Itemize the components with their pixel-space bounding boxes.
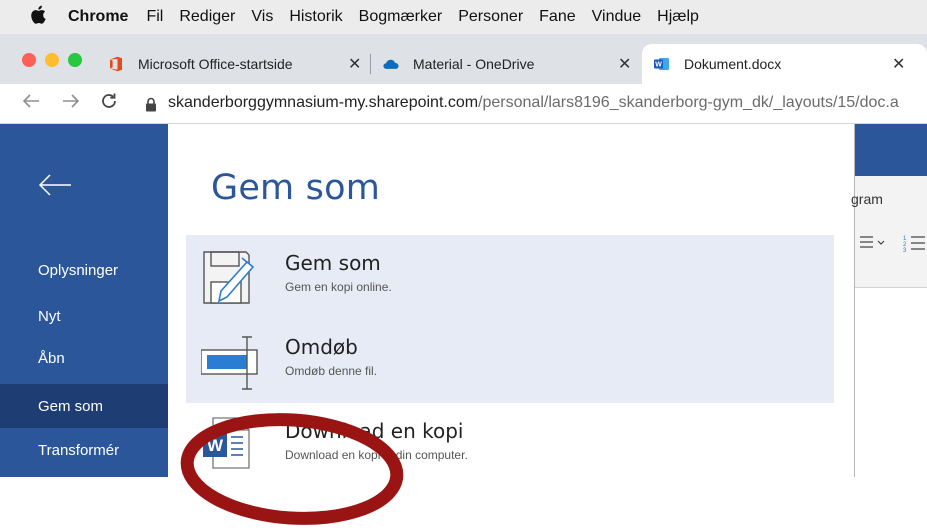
tab-close-icon[interactable]: ✕: [618, 54, 631, 74]
window-close-button[interactable]: [22, 53, 36, 67]
page-title: Gem som: [211, 168, 381, 208]
document-background: gram 123: [851, 124, 927, 477]
back-arrow-icon[interactable]: [38, 174, 72, 201]
align-justify-icon[interactable]: [859, 234, 891, 257]
window-zoom-button[interactable]: [68, 53, 82, 67]
option-title: Gem som: [285, 251, 381, 275]
menu-fane[interactable]: Fane: [539, 8, 575, 26]
sidebar-item-aabn[interactable]: Åbn: [0, 336, 168, 380]
option-description: Omdøb denne fil.: [285, 364, 378, 378]
tab-office-start[interactable]: Microsoft Office-startside ✕: [108, 44, 370, 84]
office-icon: [108, 56, 124, 72]
menu-historik[interactable]: Historik: [289, 8, 342, 26]
tab-close-icon[interactable]: ✕: [892, 54, 905, 74]
menu-hjaelp[interactable]: Hjælp: [657, 8, 699, 26]
tab-label: Microsoft Office-startside: [138, 56, 293, 72]
tab-label: Dokument.docx: [684, 56, 782, 72]
ribbon-label: gram: [851, 191, 883, 207]
word-icon: W: [654, 56, 670, 72]
menu-vindue[interactable]: Vindue: [592, 8, 642, 26]
tab-label: Material - OneDrive: [413, 56, 535, 72]
svg-text:3: 3: [903, 248, 907, 252]
menu-vis[interactable]: Vis: [251, 8, 273, 26]
svg-text:W: W: [655, 62, 662, 69]
url-field[interactable]: skanderborggymnasium-my.sharepoint.com/p…: [168, 94, 899, 112]
menu-chrome[interactable]: Chrome: [68, 8, 128, 26]
back-arrow-icon[interactable]: [22, 92, 40, 115]
tab-onedrive[interactable]: Material - OneDrive ✕: [383, 44, 645, 84]
numbered-list-icon[interactable]: 123: [903, 234, 927, 257]
word-online-app: Oplysninger Nyt Åbn Gem som Transformér …: [0, 124, 927, 525]
url-path: /personal/lars8196_skanderborg-gym_dk/_l…: [478, 94, 899, 111]
lock-icon[interactable]: [145, 95, 157, 118]
url-host: skanderborggymnasium-my.sharepoint.com: [168, 94, 479, 111]
sidebar-item-gem-som[interactable]: Gem som: [0, 384, 168, 428]
address-bar: skanderborggymnasium-my.sharepoint.com/p…: [0, 84, 927, 124]
browser-tab-strip: Microsoft Office-startside ✕ Material - …: [0, 34, 927, 84]
file-menu-sidebar: Oplysninger Nyt Åbn Gem som Transformér: [0, 124, 168, 477]
rename-icon: [200, 333, 261, 398]
menu-personer[interactable]: Personer: [458, 8, 523, 26]
menu-bogmaerker[interactable]: Bogmærker: [359, 8, 443, 26]
sidebar-item-transformer[interactable]: Transformér: [0, 428, 168, 472]
apple-icon[interactable]: [30, 5, 46, 29]
reload-icon[interactable]: [100, 92, 118, 116]
rename-option[interactable]: Omdøb Omdøb denne fil.: [186, 319, 834, 403]
forward-arrow-icon[interactable]: [62, 92, 80, 115]
ribbon: gram 123: [851, 176, 927, 288]
window-minimize-button[interactable]: [45, 53, 59, 67]
option-description: Gem en kopi online.: [285, 280, 392, 294]
tab-dokument[interactable]: W Dokument.docx ✕: [642, 44, 927, 84]
tab-divider: [370, 54, 371, 74]
onedrive-icon: [383, 56, 399, 72]
ribbon-header: [855, 124, 927, 176]
menu-rediger[interactable]: Rediger: [179, 8, 235, 26]
menu-fil[interactable]: Fil: [146, 8, 163, 26]
sidebar-item-oplysninger[interactable]: Oplysninger: [0, 248, 168, 292]
mac-menu-bar: Chrome Fil Rediger Vis Historik Bogmærke…: [0, 0, 927, 34]
sidebar-item-nyt[interactable]: Nyt: [0, 294, 168, 338]
red-ellipse-annotation: [178, 406, 414, 531]
save-as-icon: [201, 249, 261, 314]
save-as-option[interactable]: Gem som Gem en kopi online.: [186, 235, 834, 319]
tab-close-icon[interactable]: ✕: [348, 54, 361, 74]
option-title: Omdøb: [285, 335, 358, 359]
